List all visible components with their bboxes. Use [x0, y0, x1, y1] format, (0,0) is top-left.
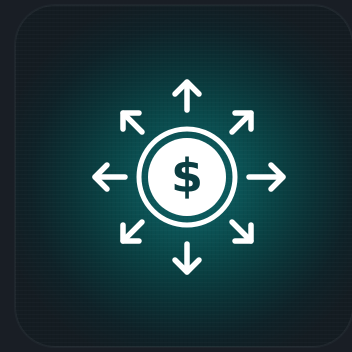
arrow-up-icon	[172, 79, 202, 113]
arrow-left-icon	[92, 162, 128, 192]
icon-canvas: $	[0, 0, 352, 352]
dollar-sign-icon: $	[171, 149, 203, 203]
arrow-down-left-icon	[120, 219, 145, 244]
dollar-coin-icon: $	[136, 126, 238, 228]
dollar-distribution-icon: $	[92, 79, 286, 275]
arrow-down-right-icon	[229, 219, 254, 244]
arrow-up-right-icon	[229, 110, 254, 135]
arrow-up-left-icon	[120, 110, 145, 135]
arrow-down-icon	[172, 241, 202, 275]
arrow-right-icon	[246, 162, 286, 192]
